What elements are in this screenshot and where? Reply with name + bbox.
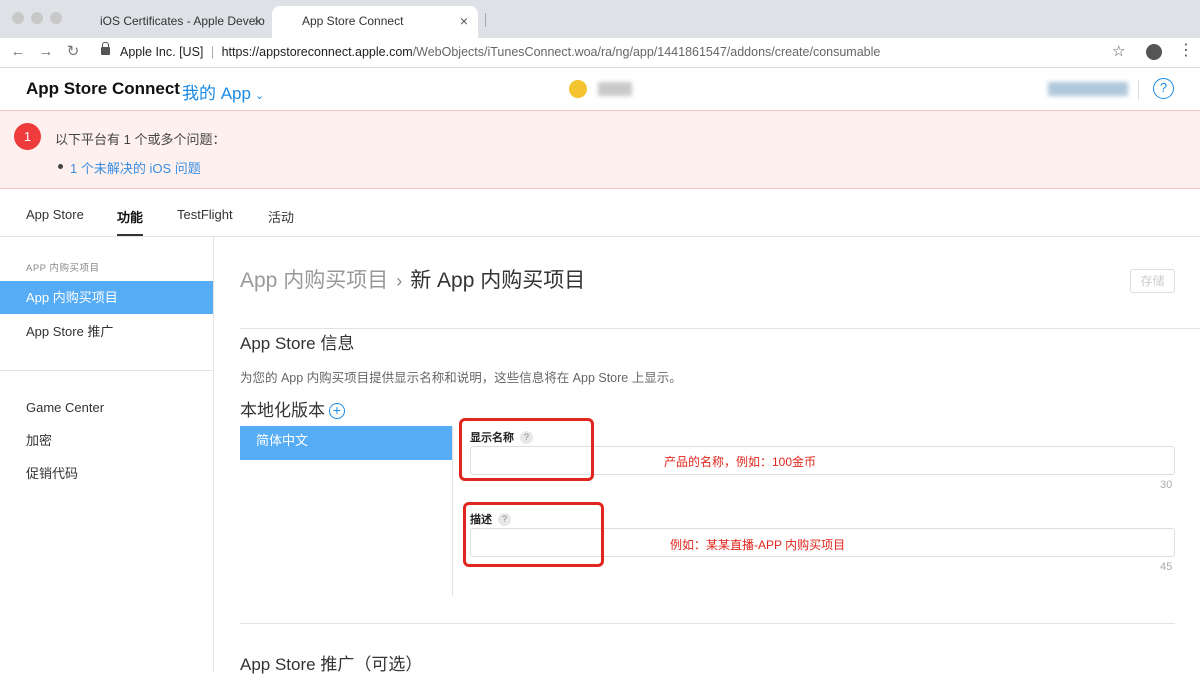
description-annotation: 例如：某某直播-APP 内购买项目 [670, 538, 846, 552]
ios-issue-link[interactable]: 1 个未解决的 iOS 问题 [70, 158, 201, 177]
profile-avatar-icon[interactable] [1146, 44, 1162, 60]
sidebar-divider [0, 370, 213, 371]
lock-icon[interactable] [101, 42, 110, 55]
localization-title: 本地化版本 [240, 401, 325, 420]
account-name-redacted[interactable] [1048, 82, 1128, 96]
language-panel-divider [452, 426, 453, 596]
browser-tab-certificates[interactable]: iOS Certificates - Apple Develo × [70, 6, 272, 38]
window-minimize-control[interactable] [31, 12, 43, 24]
sidebar-item-encryption[interactable]: 加密 [0, 424, 213, 457]
save-button[interactable]: 存储 [1130, 269, 1175, 293]
add-localization-icon[interactable]: + [329, 403, 345, 419]
tab-close-icon[interactable]: × [460, 6, 468, 36]
tab-activity[interactable]: 活动 [268, 207, 294, 226]
tab-close-icon[interactable]: × [254, 6, 262, 36]
app-logo [569, 80, 587, 98]
section-title: App Store 信息 [240, 334, 355, 353]
sidebar-item-promo-codes[interactable]: 促销代码 [0, 457, 213, 490]
tab-title: App Store Connect [302, 14, 404, 28]
window-zoom-control[interactable] [50, 12, 62, 24]
breadcrumb-parent-link[interactable]: App 内购买项目 [240, 269, 388, 292]
sidebar-item-app-store-promotion[interactable]: App Store 推广 [0, 315, 213, 348]
sidebar-item-game-center[interactable]: Game Center [0, 391, 213, 424]
annotation-highlight-box [459, 418, 594, 481]
sidebar: APP 内购买项目 App 内购买项目 App Store 推广 Game Ce… [0, 237, 214, 672]
localization-heading: 本地化版本 + [240, 396, 345, 421]
my-apps-menu[interactable]: 我的 App ⌄ [182, 79, 264, 104]
alert-title: 以下平台有 1 个或多个问题： [55, 132, 226, 147]
section-divider [240, 328, 1200, 329]
sidebar-heading: APP 内购买项目 [26, 263, 100, 274]
browser-toolbar: ← → ↻ Apple Inc. [US] | https://appstore… [0, 38, 1200, 68]
tab-divider [485, 13, 486, 27]
language-item-simplified-chinese[interactable]: 简体中文 [240, 426, 452, 460]
issues-alert: 1 以下平台有 1 个或多个问题： 1 个未解决的 iOS 问题 [0, 110, 1200, 189]
header-divider [1138, 80, 1139, 100]
active-tab-indicator [117, 234, 143, 236]
tab-testflight[interactable]: TestFlight [177, 207, 233, 222]
bookmark-star-icon[interactable]: ☆ [1112, 42, 1125, 60]
sidebar-item-in-app-purchases[interactable]: App 内购买项目 [0, 281, 213, 314]
issue-count-badge: 1 [14, 123, 41, 150]
forward-arrow-icon[interactable]: → [36, 42, 56, 62]
browser-tab-bar: iOS Certificates - Apple Develo × App St… [0, 0, 1200, 38]
window-close-control[interactable] [12, 12, 24, 24]
display-name-annotation: 产品的名称，例如：100金币 [664, 455, 817, 469]
browser-tab-app-store-connect[interactable]: App Store Connect × [272, 6, 478, 38]
display-name-char-counter: 30 [1160, 479, 1173, 491]
brand-title[interactable]: App Store Connect [26, 79, 180, 99]
bullet-icon [58, 164, 63, 169]
help-icon[interactable]: ? [1153, 78, 1174, 99]
app-header: App Store Connect 我的 App ⌄ ? [0, 68, 1200, 110]
back-arrow-icon[interactable]: ← [8, 42, 28, 62]
my-apps-label: 我的 App [182, 84, 251, 103]
url-host: https://appstoreconnect.apple.com [221, 45, 413, 59]
chevron-right-icon: › [396, 271, 403, 291]
section-divider [240, 623, 1175, 624]
page-title: 新 App 内购买项目 [410, 269, 586, 292]
section-tabs: App Store 功能 TestFlight 活动 [0, 189, 1200, 237]
tab-app-store[interactable]: App Store [26, 207, 84, 222]
address-bar[interactable]: Apple Inc. [US] | https://appstoreconnec… [120, 45, 880, 59]
tab-features[interactable]: 功能 [117, 207, 143, 226]
browser-menu-icon[interactable]: ⋮ [1178, 41, 1194, 61]
promo-section-title: App Store 推广（可选） [240, 655, 423, 674]
url-path: /WebObjects/iTunesConnect.woa/ra/ng/app/… [412, 45, 881, 59]
tab-title: iOS Certificates - Apple Develo [100, 14, 265, 28]
site-identity: Apple Inc. [US] [120, 45, 204, 59]
breadcrumb: App 内购买项目 › 新 App 内购买项目 [240, 264, 585, 294]
description-char-counter: 45 [1160, 561, 1173, 573]
chevron-down-icon: ⌄ [254, 90, 265, 102]
annotation-highlight-box [463, 502, 604, 567]
section-description: 为您的 App 内购买项目提供显示名称和说明，这些信息将在 App Store … [240, 371, 682, 385]
reload-icon[interactable]: ↻ [63, 42, 83, 62]
app-name-redacted [598, 82, 632, 96]
